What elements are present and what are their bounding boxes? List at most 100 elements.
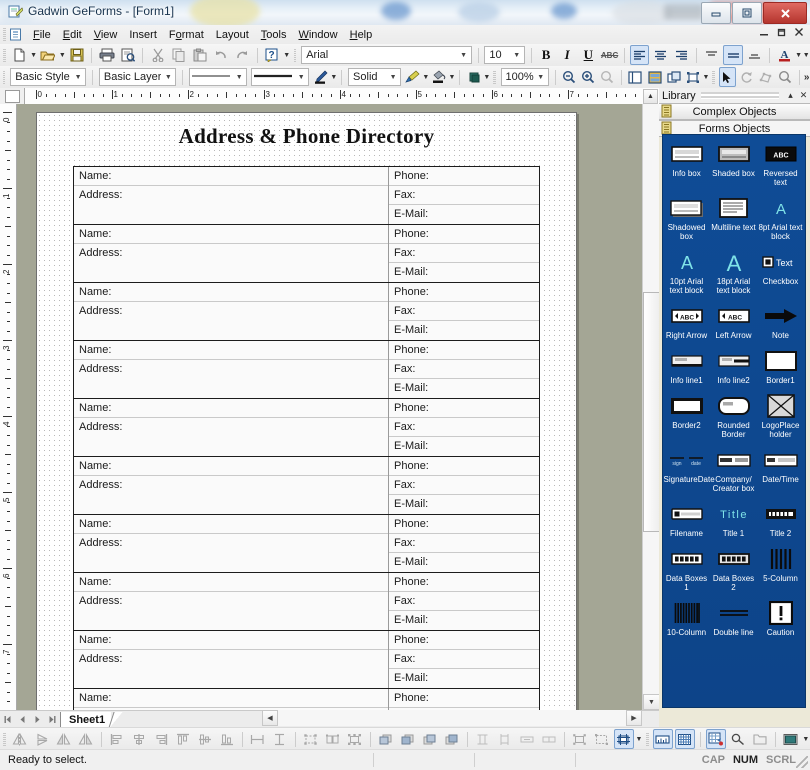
regroup-objects-icon[interactable] bbox=[345, 729, 365, 749]
field-fax[interactable]: Fax: bbox=[389, 592, 539, 611]
menu-view[interactable]: View bbox=[88, 27, 124, 43]
sheet-tab-sheet1[interactable]: Sheet1 bbox=[60, 711, 112, 728]
field-name[interactable]: Name: bbox=[74, 283, 388, 302]
open-document-dropdown-arrow[interactable]: ▼ bbox=[59, 46, 67, 64]
align-objects-top-icon[interactable] bbox=[173, 729, 193, 749]
italic-button[interactable]: I bbox=[558, 45, 577, 65]
scroll-down-button[interactable]: ▼ bbox=[643, 694, 660, 710]
show-grid-icon[interactable] bbox=[674, 729, 695, 749]
field-name[interactable]: Name: bbox=[74, 399, 388, 418]
align-center-button[interactable] bbox=[651, 45, 670, 65]
menu-layout[interactable]: Layout bbox=[210, 27, 255, 43]
mirror-vertical-icon[interactable] bbox=[76, 729, 96, 749]
resize-grip[interactable] bbox=[796, 756, 808, 768]
field-fax[interactable]: Fax: bbox=[389, 476, 539, 495]
vertical-ruler[interactable]: 01234567 bbox=[0, 104, 17, 710]
menu-file[interactable]: File bbox=[27, 27, 57, 43]
same-height-icon[interactable] bbox=[473, 729, 493, 749]
print-preview-button[interactable] bbox=[118, 45, 137, 65]
chevron-down-icon[interactable]: ▼ bbox=[534, 70, 548, 84]
library-item[interactable]: A 10pt Arial text block bbox=[663, 249, 710, 295]
distribute-vertical-icon[interactable] bbox=[270, 729, 290, 749]
field-address[interactable]: Address: bbox=[74, 476, 388, 514]
field-fax[interactable]: Fax: bbox=[389, 244, 539, 263]
mdi-restore-button[interactable] bbox=[776, 27, 787, 40]
library-item[interactable]: Data Boxes 2 bbox=[710, 546, 757, 592]
library-item[interactable]: 5-Column bbox=[757, 546, 804, 592]
document-canvas[interactable]: Address & Phone Directory Name: Address: P… bbox=[17, 104, 642, 710]
menu-format[interactable]: Format bbox=[163, 27, 210, 43]
horizontal-ruler[interactable]: 0 1 2 3 4 5 6 7 ▲ bbox=[0, 88, 659, 105]
align-objects-right-icon[interactable] bbox=[151, 729, 171, 749]
field-address[interactable]: Address: bbox=[74, 302, 388, 340]
style-combo[interactable]: Basic Style ▼ bbox=[10, 68, 87, 86]
library-item[interactable]: Border1 bbox=[757, 348, 804, 385]
redo-button[interactable] bbox=[233, 45, 252, 65]
next-sheet-button[interactable] bbox=[30, 712, 45, 727]
stretch-horizontal-icon[interactable] bbox=[517, 729, 537, 749]
valign-bottom-button[interactable] bbox=[745, 45, 764, 65]
group-objects-icon[interactable] bbox=[301, 729, 321, 749]
chevron-down-icon[interactable]: ▼ bbox=[161, 70, 175, 84]
library-tab-complex-objects[interactable]: Complex Objects bbox=[659, 103, 810, 120]
field-name[interactable]: Name: bbox=[74, 573, 388, 592]
table-row[interactable]: Name:Address:Phone:Fax:E-Mail: bbox=[74, 225, 539, 283]
vertical-scrollbar-thumb[interactable] bbox=[643, 292, 660, 532]
last-sheet-button[interactable] bbox=[45, 712, 60, 727]
field-address[interactable]: Address: bbox=[74, 418, 388, 456]
font-size-combo[interactable]: 10 ▼ bbox=[484, 46, 525, 64]
field-name[interactable]: Name: bbox=[74, 341, 388, 360]
show-ruler-icon[interactable] bbox=[652, 729, 673, 749]
view-options-dropdown-arrow[interactable]: ▼ bbox=[703, 68, 710, 86]
brush-color-button[interactable] bbox=[404, 67, 421, 87]
bold-button[interactable]: B bbox=[537, 45, 556, 65]
library-item[interactable]: LogoPlace holder bbox=[757, 393, 804, 439]
print-button[interactable] bbox=[97, 45, 116, 65]
scroll-right-button[interactable]: ▶ bbox=[626, 710, 642, 726]
open-document-button[interactable] bbox=[38, 45, 57, 65]
scroll-up-button-top[interactable]: ▲ bbox=[643, 89, 658, 104]
table-row[interactable]: Name:Address:Phone:Fax:E-Mail: bbox=[74, 515, 539, 573]
preview-icon[interactable] bbox=[781, 729, 801, 749]
field-email[interactable]: E-Mail: bbox=[389, 379, 539, 398]
pen-color-button[interactable] bbox=[312, 67, 329, 87]
magnifier-tool-button[interactable] bbox=[776, 67, 793, 87]
field-address[interactable]: Address: bbox=[74, 592, 388, 630]
stretch-vertical-icon[interactable] bbox=[539, 729, 559, 749]
library-item[interactable]: Caution bbox=[757, 600, 804, 637]
field-phone[interactable]: Phone: bbox=[389, 457, 539, 476]
table-row[interactable]: Name:Address:Phone:Fax:E-Mail: bbox=[74, 573, 539, 631]
bring-forward-icon[interactable] bbox=[398, 729, 418, 749]
flip-vertical-icon[interactable] bbox=[32, 729, 52, 749]
undo-button[interactable] bbox=[212, 45, 231, 65]
toolbar-grip[interactable] bbox=[3, 48, 6, 62]
field-email[interactable]: E-Mail: bbox=[389, 553, 539, 572]
line-style-thick-combo[interactable]: ▼ bbox=[251, 68, 310, 86]
field-name[interactable]: Name: bbox=[74, 515, 388, 534]
bounds-view-button[interactable] bbox=[684, 67, 701, 87]
toolbar-grip[interactable] bbox=[712, 70, 715, 84]
align-objects-bottom-icon[interactable] bbox=[217, 729, 237, 749]
table-row[interactable]: Name:Address:Phone:Fax:E-Mail: bbox=[74, 399, 539, 457]
ungroup-objects-icon[interactable] bbox=[323, 729, 343, 749]
paste-button[interactable] bbox=[191, 45, 210, 65]
library-item[interactable]: Company/ Creator box bbox=[710, 447, 757, 493]
help-dropdown-arrow[interactable]: ▼ bbox=[283, 46, 291, 64]
snap-settings-icon[interactable] bbox=[705, 729, 726, 749]
shadow-color-button[interactable] bbox=[465, 67, 482, 87]
menu-window[interactable]: Window bbox=[292, 27, 343, 43]
library-item[interactable]: ABC Reversed text bbox=[757, 141, 804, 187]
field-email[interactable]: E-Mail: bbox=[389, 321, 539, 340]
library-item[interactable]: ABC Left Arrow bbox=[710, 303, 757, 340]
nudge-objects-icon[interactable] bbox=[570, 729, 590, 749]
shadow-color-dropdown-arrow[interactable]: ▼ bbox=[483, 68, 490, 86]
library-drag-grip[interactable] bbox=[700, 92, 779, 99]
form-page[interactable]: Address & Phone Directory Name: Address: P… bbox=[36, 112, 577, 710]
brush-color-dropdown-arrow[interactable]: ▼ bbox=[422, 68, 429, 86]
cut-button[interactable] bbox=[148, 45, 167, 65]
library-item[interactable]: Title Title 1 bbox=[710, 501, 757, 538]
library-item[interactable]: Date/Time bbox=[757, 447, 804, 493]
field-email[interactable]: E-Mail: bbox=[389, 669, 539, 688]
chevron-down-icon[interactable]: ▼ bbox=[294, 70, 308, 84]
field-name[interactable]: Name: bbox=[74, 167, 388, 186]
